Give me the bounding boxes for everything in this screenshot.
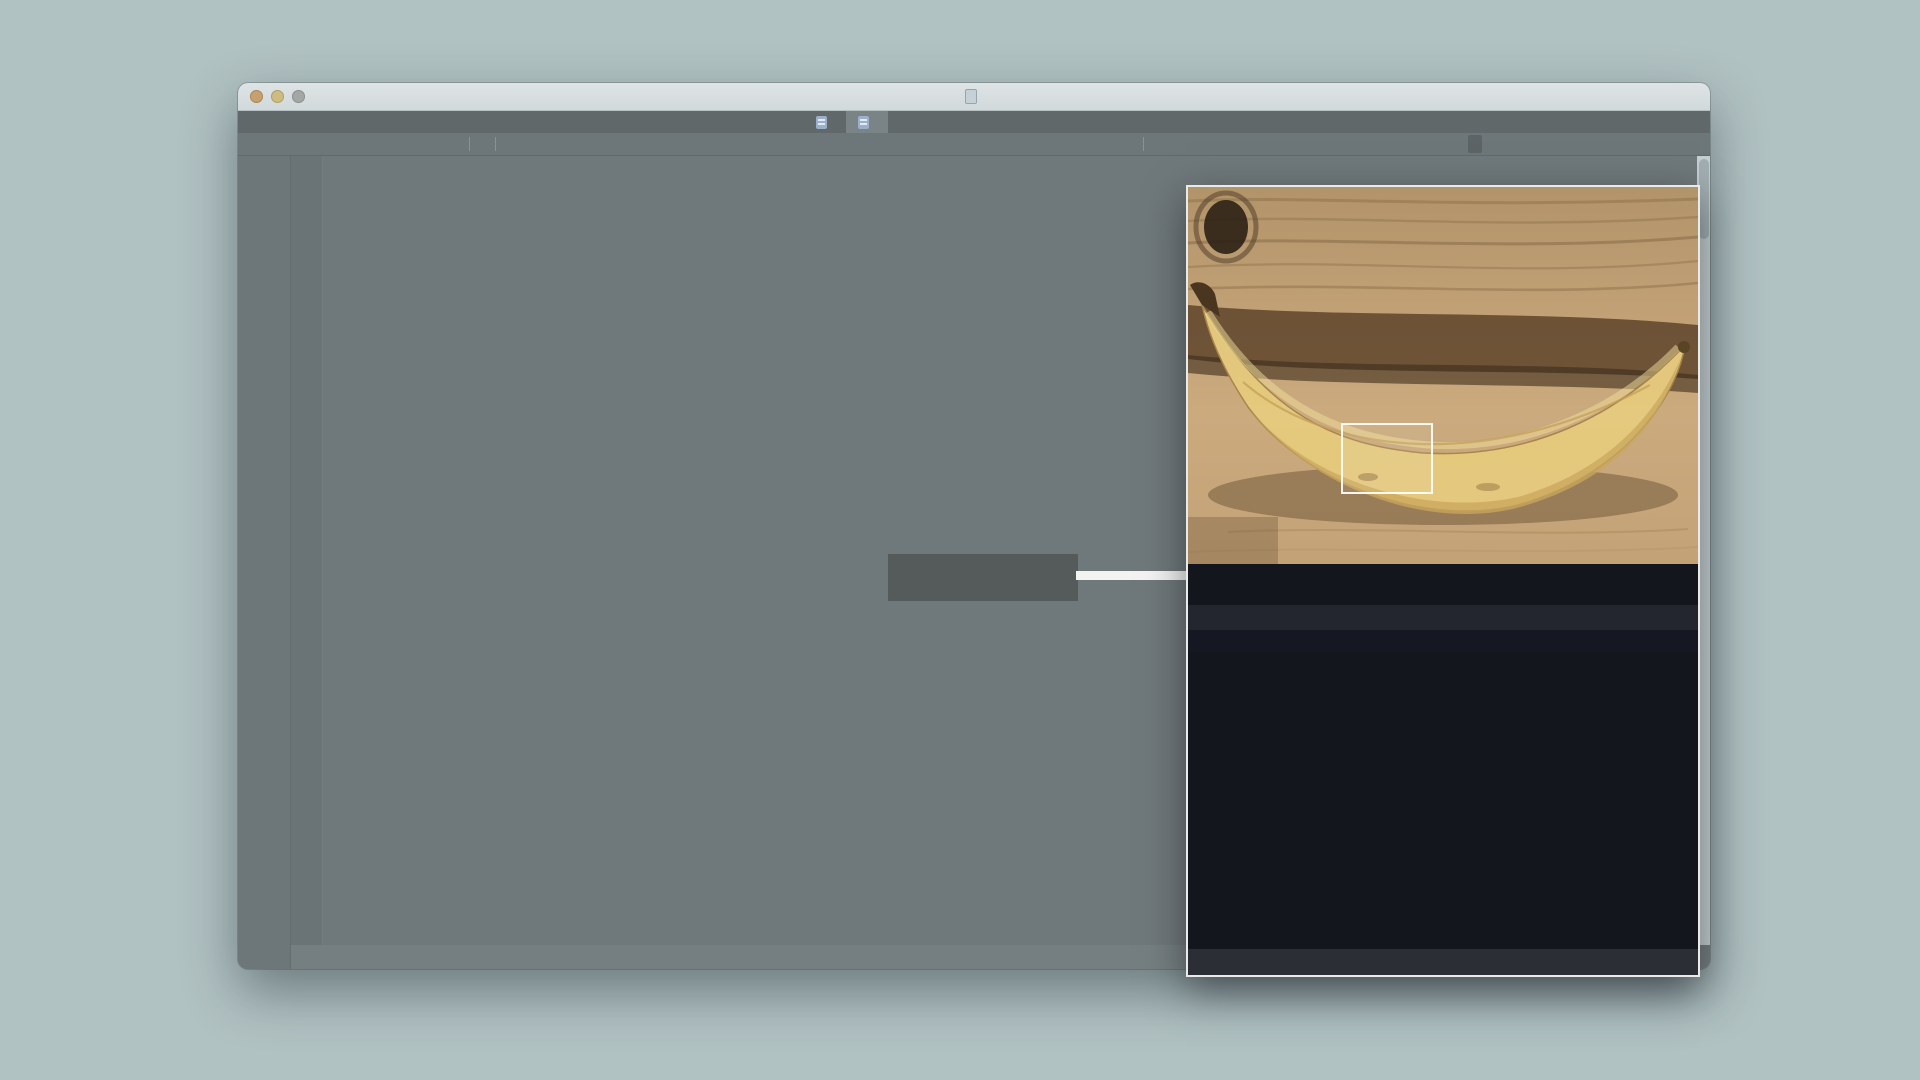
minimize-window-button[interactable] bbox=[271, 90, 284, 103]
close-window-button[interactable] bbox=[250, 90, 263, 103]
editor-toolbar bbox=[238, 133, 1710, 156]
toolbar-separator bbox=[1143, 137, 1144, 151]
titlebar[interactable] bbox=[238, 83, 1710, 111]
document-icon bbox=[965, 89, 977, 104]
roi-rectangle[interactable] bbox=[1341, 423, 1433, 494]
window-title-wrap bbox=[238, 89, 1710, 104]
resolution-roi-info bbox=[1188, 630, 1698, 652]
tab-bar bbox=[238, 111, 1710, 133]
python-file-icon bbox=[858, 116, 869, 129]
tab-helloworld[interactable] bbox=[804, 111, 846, 133]
toolbar-separator bbox=[495, 137, 496, 151]
banana-camera-image bbox=[1188, 187, 1698, 564]
tab-nicla-vision-test[interactable] bbox=[846, 111, 888, 133]
traffic-lights bbox=[250, 90, 305, 103]
histogram-drag-overlay bbox=[888, 554, 1078, 601]
toolbar-separator bbox=[469, 137, 470, 151]
histogram-drag-line bbox=[1076, 571, 1188, 580]
histogram-channels bbox=[1188, 652, 1698, 949]
left-icon-toolbar bbox=[238, 156, 291, 969]
frame-buffer-panel bbox=[1186, 185, 1700, 977]
zoom-window-button[interactable] bbox=[292, 90, 305, 103]
panel-spacer bbox=[1188, 564, 1698, 605]
editor-scrollbar-thumb[interactable] bbox=[1699, 159, 1709, 239]
tab-strip bbox=[790, 111, 902, 133]
panel-status-bar bbox=[1188, 949, 1698, 975]
python-file-icon bbox=[816, 116, 827, 129]
zoom-button[interactable] bbox=[1468, 135, 1482, 153]
frame-buffer-image[interactable] bbox=[1188, 187, 1698, 564]
histogram-header bbox=[1188, 605, 1698, 630]
line-number-gutter bbox=[291, 156, 323, 945]
